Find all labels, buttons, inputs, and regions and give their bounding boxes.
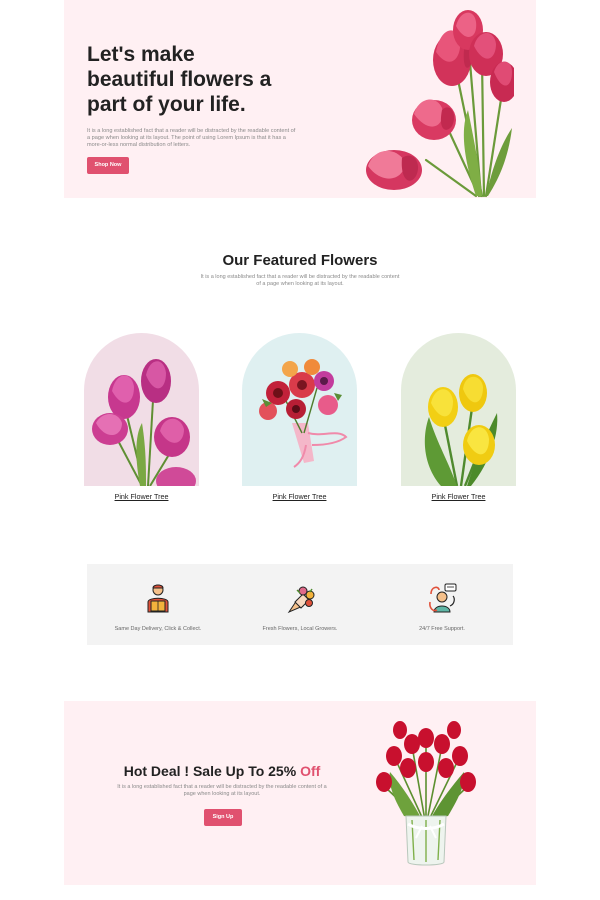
- pink-tulips-image: [366, 10, 514, 198]
- feature-text: Fresh Flowers, Local Growers.: [262, 626, 338, 632]
- hero-title-line: Let's make: [87, 43, 195, 66]
- product-image-frame[interactable]: [242, 333, 357, 486]
- product-image-frame[interactable]: [84, 333, 199, 486]
- feature-item: Same Day Delivery, Click & Collect.: [87, 582, 229, 632]
- product-card[interactable]: Pink Flower Tree: [401, 333, 516, 501]
- features-bar: Same Day Delivery, Click & Collect. Fres…: [87, 564, 513, 645]
- sign-up-button[interactable]: Sign Up: [204, 809, 242, 826]
- deal-title-main: Hot Deal ! Sale Up To 25%: [123, 763, 301, 779]
- deal-title: Hot Deal ! Sale Up To 25% Off: [64, 763, 380, 779]
- feature-text: 24/7 Free Support.: [419, 626, 465, 632]
- support-agent-icon: [429, 583, 457, 613]
- hero-title-line: part of your life.: [87, 93, 246, 116]
- yellow-tulip-image: [424, 374, 498, 486]
- hero-title-line: beautiful flowers a: [87, 68, 272, 91]
- hero-description: It is a long established fact that a rea…: [87, 128, 296, 148]
- product-link[interactable]: Pink Flower Tree: [242, 492, 357, 501]
- deal-title-accent: Off: [300, 763, 321, 779]
- product-link[interactable]: Pink Flower Tree: [401, 492, 516, 501]
- feature-item: Fresh Flowers, Local Growers.: [229, 582, 371, 632]
- hero-title: Let's make beautiful flowers a part of y…: [87, 42, 287, 117]
- deal-description: It is a long established fact that a rea…: [117, 784, 327, 797]
- featured-subtitle: It is a long established fact that a rea…: [200, 274, 400, 287]
- product-link[interactable]: Pink Flower Tree: [84, 492, 199, 501]
- shop-now-button[interactable]: Shop Now: [87, 157, 129, 174]
- flower-bouquet-icon: [287, 586, 315, 614]
- product-card[interactable]: Pink Flower Tree: [84, 333, 199, 501]
- feature-text: Same Day Delivery, Click & Collect.: [114, 626, 202, 632]
- product-card[interactable]: Pink Flower Tree: [242, 333, 357, 501]
- deal-section: Hot Deal ! Sale Up To 25% Off It is a lo…: [64, 701, 536, 885]
- pink-tulip-image: [92, 359, 196, 486]
- featured-title: Our Featured Flowers: [222, 252, 378, 269]
- red-tulips-vase-image: [376, 721, 476, 866]
- feature-item: 24/7 Free Support.: [371, 582, 513, 632]
- delivery-person-icon: [147, 584, 169, 613]
- mixed-bouquet-image: [259, 359, 348, 468]
- product-image-frame[interactable]: [401, 333, 516, 486]
- hero-section: Let's make beautiful flowers a part of y…: [64, 0, 536, 198]
